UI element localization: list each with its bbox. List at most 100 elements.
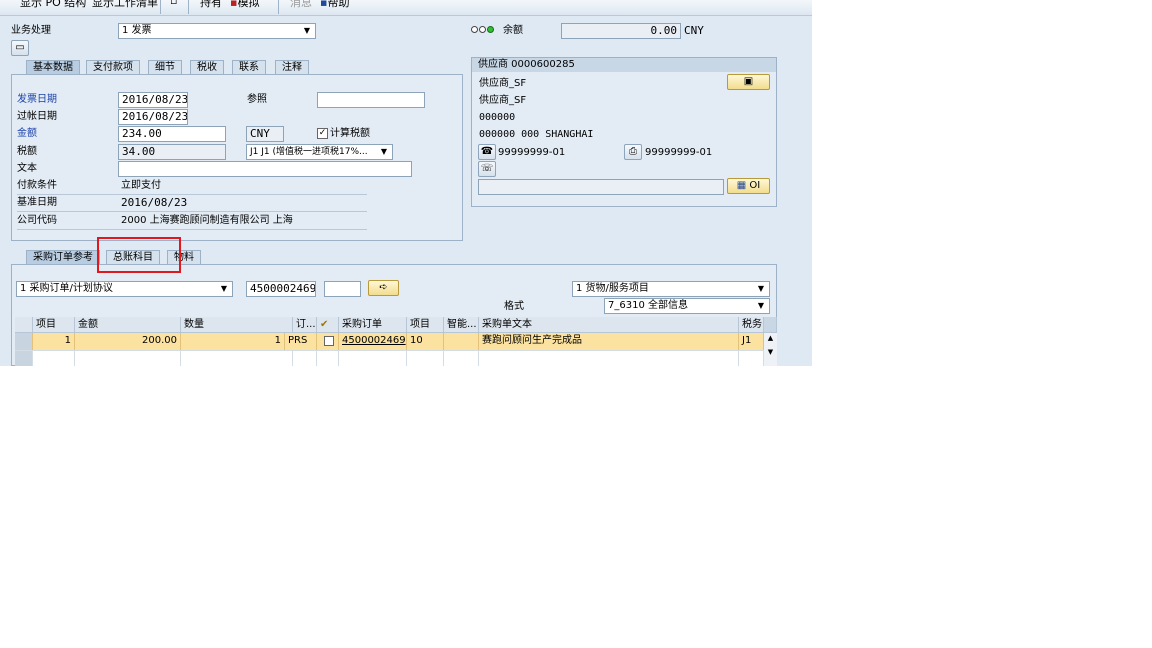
chevron-down-icon: ▼ <box>220 284 228 293</box>
invoice-date-input[interactable]: 2016/08/23 <box>118 92 188 108</box>
column-header[interactable]: 税务 <box>739 317 764 333</box>
column-header[interactable]: 订... <box>293 317 317 333</box>
column-header[interactable]: 数量 <box>181 317 293 333</box>
empty-cell[interactable] <box>479 350 739 366</box>
items-table: 项目 金额 数量 订... ✔ 采购订单 项目 智能... 采购单文本 税务 1… <box>15 317 777 366</box>
tab-tax[interactable]: 税收 <box>190 60 224 75</box>
column-header[interactable]: ✔ <box>317 317 339 333</box>
empty-cell[interactable] <box>407 350 444 366</box>
column-header[interactable]: 采购单文本 <box>479 317 739 333</box>
vertical-scrollbar[interactable]: ▲ ▼ <box>764 333 777 366</box>
vendor-detail-button[interactable]: ▣ <box>727 74 770 90</box>
amount-label: 金额 <box>17 128 37 139</box>
cell-item[interactable]: 1 <box>33 333 75 350</box>
empty-cell[interactable] <box>317 350 339 366</box>
tab-payment[interactable]: 支付款项 <box>86 60 140 75</box>
toolbar-separator <box>188 0 189 14</box>
transaction-label: 业务处理 <box>11 25 51 36</box>
layout-dropdown[interactable]: 7_6310 全部信息 ▼ <box>604 298 770 314</box>
vendor-name-1: 供应商_SF <box>479 78 527 89</box>
open-items-button[interactable]: ▦ OI <box>727 178 770 194</box>
empty-cell[interactable] <box>181 350 293 366</box>
sap-miro-screen: 显示 PO 结构 显示工作清单 ▫ 持有 ▪模拟 消息 ▪帮助 业务处理 1 发… <box>0 0 812 366</box>
tab-notes[interactable]: 注释 <box>275 60 309 75</box>
layout-label: 格式 <box>504 301 524 312</box>
company-code-label: 公司代码 <box>17 215 57 226</box>
scroll-down-icon[interactable]: ▼ <box>764 347 777 357</box>
payment-terms-label: 付款条件 <box>17 180 57 191</box>
toolbar-separator <box>160 0 161 14</box>
cell-tax-code[interactable]: J1 <box>739 333 764 350</box>
divider <box>17 229 367 230</box>
column-header[interactable]: 项目 <box>33 317 75 333</box>
column-header[interactable]: 金额 <box>75 317 181 333</box>
grid-icon: ▦ <box>736 180 747 191</box>
tab-basic-data[interactable]: 基本数据 <box>26 60 80 75</box>
po-number-input[interactable]: 4500002469 <box>246 281 316 297</box>
row-selector[interactable] <box>15 350 33 366</box>
row-selector[interactable] <box>15 333 33 350</box>
help-button[interactable]: ▪帮助 <box>320 0 349 10</box>
simulate-button[interactable]: ▪模拟 <box>230 0 259 10</box>
cell-uom[interactable]: PRS <box>285 333 317 350</box>
mobile-icon[interactable]: ☏ <box>478 161 496 177</box>
messages-button[interactable]: 消息 <box>290 0 312 10</box>
empty-cell[interactable] <box>293 350 317 366</box>
balance-value: 0.00 <box>561 23 681 39</box>
cell-smart[interactable] <box>444 333 479 350</box>
text-input[interactable] <box>118 161 412 177</box>
empty-cell[interactable] <box>339 350 407 366</box>
fax-icon[interactable]: ⎙ <box>624 144 642 160</box>
cell-po-number[interactable]: 4500002469 <box>339 333 407 350</box>
currency-field[interactable]: CNY <box>246 126 284 142</box>
row-checkbox[interactable] <box>324 336 334 346</box>
show-worklist-button[interactable]: 显示工作清单 <box>92 0 158 10</box>
empty-cell[interactable] <box>739 350 764 366</box>
item-category-dropdown[interactable]: 1 货物/服务项目 ▼ <box>572 281 770 297</box>
cell-po-text[interactable]: 赛跑问顾问生产完成品 <box>479 333 739 350</box>
posting-date-label: 过帐日期 <box>17 111 57 122</box>
execute-button[interactable]: ➪ <box>368 280 399 296</box>
empty-cell[interactable] <box>33 350 75 366</box>
folder-icon[interactable]: ▭ <box>11 40 29 56</box>
phone-icon[interactable]: ☎ <box>478 144 496 160</box>
balance-currency: CNY <box>684 24 704 37</box>
tab-details[interactable]: 细节 <box>148 60 182 75</box>
chevron-down-icon: ▼ <box>380 147 388 156</box>
scrollbar-header <box>764 317 777 333</box>
column-header[interactable]: 项目 <box>407 317 444 333</box>
column-header[interactable]: 智能... <box>444 317 479 333</box>
baseline-date-value: 2016/08/23 <box>121 196 188 209</box>
posting-date-input[interactable]: 2016/08/23 <box>118 109 188 125</box>
transaction-dropdown[interactable]: 1 发票 ▼ <box>118 23 316 39</box>
cell-checkbox[interactable] <box>317 333 339 350</box>
empty-cell[interactable] <box>75 350 181 366</box>
tax-amount-input[interactable]: 34.00 <box>118 144 226 160</box>
po-item-input[interactable] <box>324 281 361 297</box>
toolbar-separator <box>278 0 279 14</box>
tab-po-reference[interactable]: 采购订单参考 <box>26 250 100 265</box>
tax-code-dropdown[interactable]: J1 J1 (增值税一进项税17%... ▼ <box>246 144 393 160</box>
application-toolbar: 显示 PO 结构 显示工作清单 ▫ 持有 ▪模拟 消息 ▪帮助 <box>0 0 812 16</box>
cell-quantity[interactable]: 1 <box>181 333 285 350</box>
reference-input[interactable] <box>317 92 425 108</box>
traffic-light-icon <box>471 25 495 35</box>
toolbar-icon[interactable]: ▫ <box>170 0 177 7</box>
amount-input[interactable]: 234.00 <box>118 126 226 142</box>
tab-contact[interactable]: 联系 <box>232 60 266 75</box>
empty-cell[interactable] <box>444 350 479 366</box>
vendor-bank-field[interactable] <box>478 179 724 195</box>
cell-po-item[interactable]: 10 <box>407 333 444 350</box>
calc-tax-checkbox[interactable]: ✓ <box>317 128 328 139</box>
open-items-label: OI <box>749 180 761 191</box>
cell-amount[interactable]: 200.00 <box>75 333 181 350</box>
column-header[interactable]: 采购订单 <box>339 317 407 333</box>
reference-type-value: 1 采购订单/计划协议 <box>20 283 113 294</box>
show-po-structure-button[interactable]: 显示 PO 结构 <box>20 0 86 10</box>
scroll-up-icon[interactable]: ▲ <box>764 333 777 343</box>
payment-terms-value: 立即支付 <box>121 180 161 191</box>
invoice-date-label: 发票日期 <box>17 94 57 105</box>
reference-type-dropdown[interactable]: 1 采购订单/计划协议 ▼ <box>16 281 233 297</box>
hold-button[interactable]: 持有 <box>200 0 222 10</box>
row-selector-header[interactable] <box>15 317 33 333</box>
